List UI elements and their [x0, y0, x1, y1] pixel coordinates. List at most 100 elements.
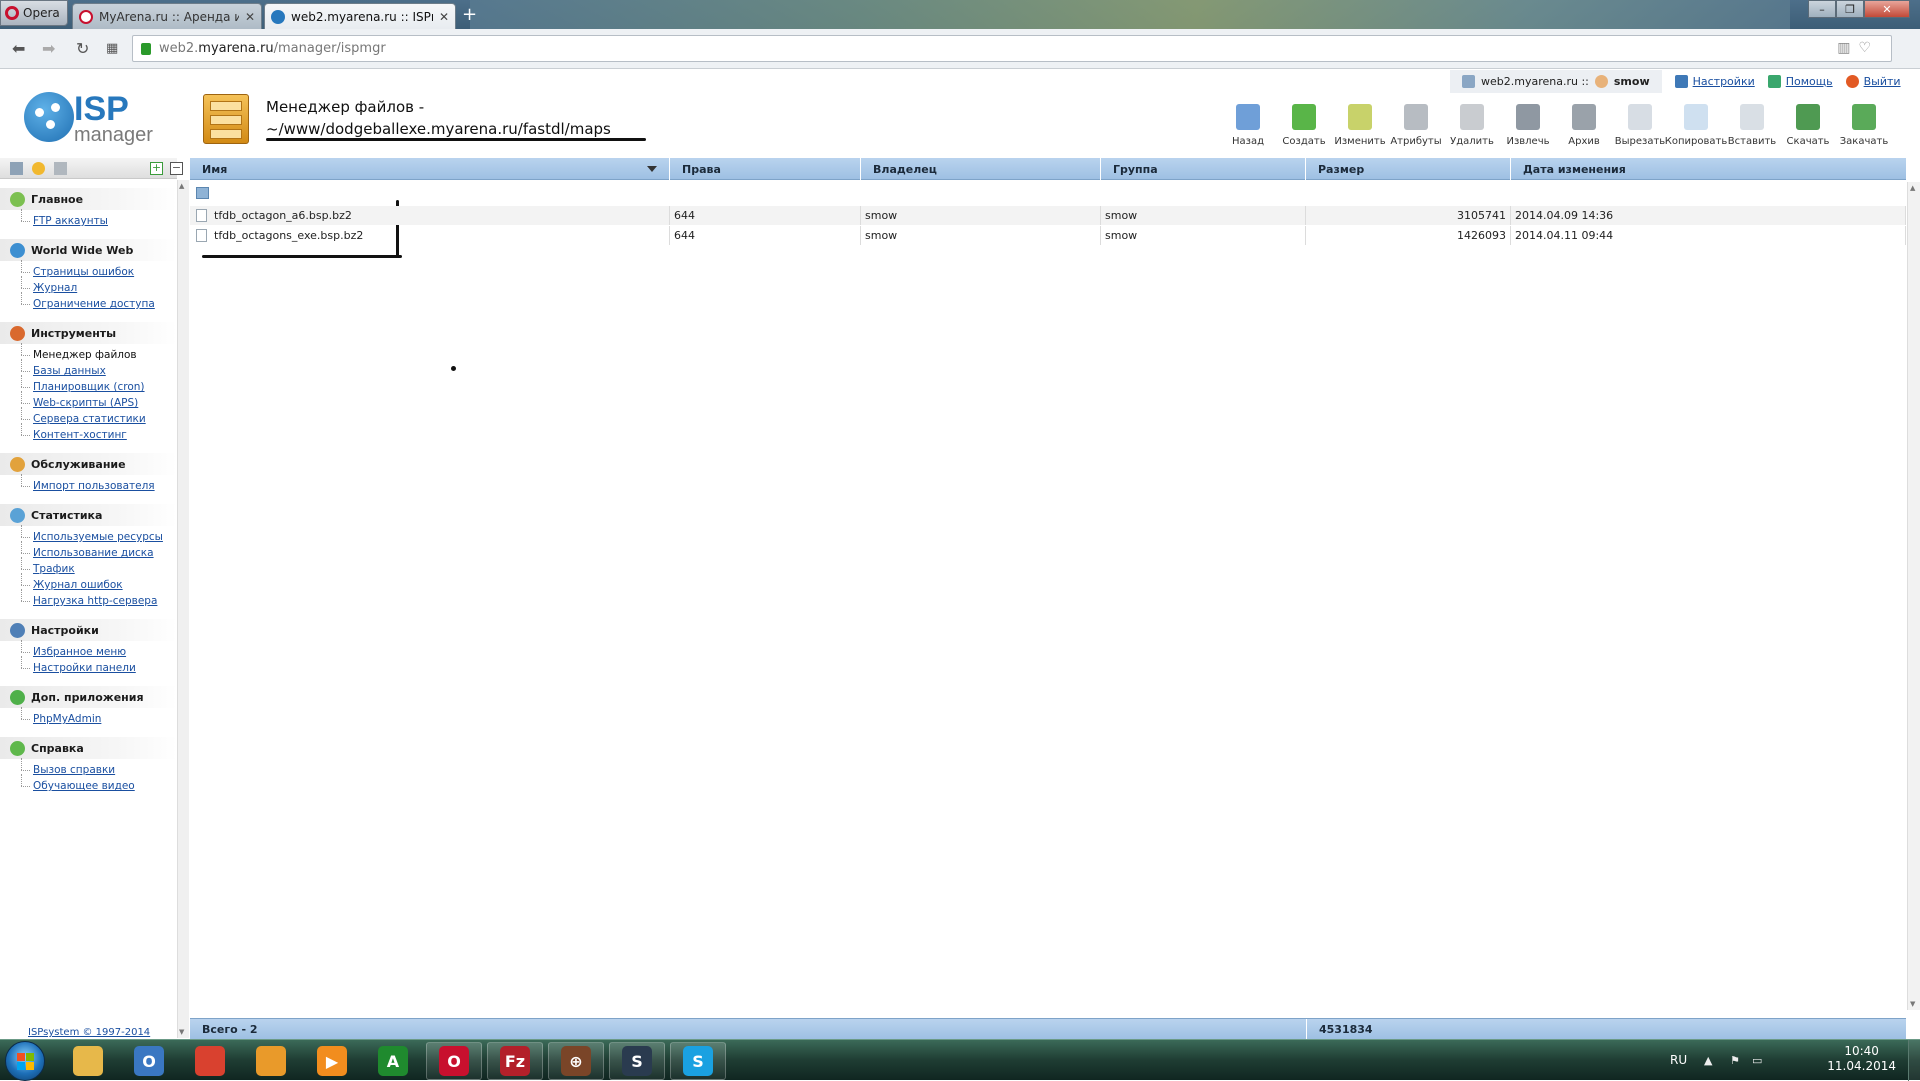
start-button[interactable] — [5, 1041, 45, 1081]
taskbar-beach-ball[interactable] — [243, 1042, 299, 1080]
toolbar-edit-button[interactable]: Изменить — [1332, 104, 1388, 164]
sidebar-item[interactable]: Настройки панели — [21, 656, 177, 676]
maximize-button[interactable]: ❐ — [1836, 0, 1864, 18]
sidebar-item[interactable]: Базы данных — [21, 359, 177, 379]
toolbar-copy-button[interactable]: Копировать — [1665, 104, 1727, 164]
copyright-link[interactable]: ISPsystem © 1997-2014 — [28, 1027, 150, 1038]
toolbar-attributes-button[interactable]: Атрибуты — [1388, 104, 1444, 164]
ispmanager-logo[interactable]: ISP manager — [24, 92, 164, 146]
sidebar-item[interactable]: PhpMyAdmin — [21, 707, 177, 727]
taskbar-a-app[interactable]: A — [365, 1042, 421, 1080]
url-actions-icon[interactable]: ▥♡ — [1837, 40, 1879, 56]
sidebar-item[interactable]: Контент-хостинг — [21, 423, 177, 443]
table-row[interactable]: tfdb_octagon_a6.bsp.bz2 644 smow smow 310574… — [190, 206, 1906, 225]
toolbar-create-button[interactable]: Создать — [1276, 104, 1332, 164]
briefcase-icon[interactable] — [54, 162, 67, 175]
sidebar-item[interactable]: Используемые ресурсы — [21, 525, 177, 545]
minimize-button[interactable]: – — [1808, 0, 1836, 18]
column-group[interactable]: Группа — [1101, 158, 1306, 180]
sidebar-item[interactable]: Web-скрипты (APS) — [21, 391, 177, 411]
toolbar-back-button[interactable]: Назад — [1220, 104, 1276, 164]
sidebar-scrollbar[interactable] — [177, 180, 189, 1038]
opera-menu-button[interactable]: Opera — [0, 0, 68, 26]
sidebar-item[interactable]: Нагрузка http-сервера — [21, 589, 177, 609]
sidebar-item[interactable]: Ограничение доступа — [21, 292, 177, 312]
sidebar-item[interactable]: Избранное меню — [21, 640, 177, 660]
sidebar-item[interactable]: Использование диска — [21, 541, 177, 561]
toolbar-paste-button[interactable]: Вставить — [1724, 104, 1780, 164]
sidebar-item[interactable]: Вызов справки — [21, 758, 177, 778]
sidebar-item[interactable]: Планировщик (cron) — [21, 375, 177, 395]
tab-close-icon[interactable]: ✕ — [439, 10, 449, 24]
table-scrollbar[interactable] — [1907, 182, 1920, 1010]
sidebar-item[interactable]: Трафик — [21, 557, 177, 577]
menu-list-icon[interactable] — [10, 162, 23, 175]
new-tab-button[interactable]: + — [462, 6, 477, 24]
toolbar-archive-button[interactable]: Архив — [1556, 104, 1612, 164]
taskbar-tf2[interactable]: ⊕ — [548, 1042, 604, 1080]
sidebar-section: Настройки Избранное меню Настройки панели — [0, 619, 177, 678]
toolbar-label: Вырезать — [1614, 136, 1666, 147]
language-indicator[interactable]: RU — [1670, 1053, 1687, 1067]
sidebar-section-header[interactable]: Главное — [0, 188, 177, 210]
taskbar-opera-alt[interactable]: O — [121, 1042, 177, 1080]
chrome-icon — [195, 1046, 225, 1076]
toolbar-extract-button[interactable]: Извлечь — [1500, 104, 1556, 164]
help-link[interactable]: Помощь — [1786, 75, 1833, 88]
parent-folder-icon[interactable] — [196, 187, 209, 199]
column-size[interactable]: Размер — [1306, 158, 1511, 180]
sidebar-section-header[interactable]: Справка — [0, 737, 177, 759]
reload-icon[interactable]: ↻ — [76, 39, 89, 58]
taskbar-steam[interactable]: S — [609, 1042, 665, 1080]
taskbar-explorer[interactable] — [60, 1042, 116, 1080]
collapse-all-icon[interactable]: − — [170, 162, 183, 175]
sidebar-item[interactable]: Обучающее видео — [21, 774, 177, 794]
parent-directory-row[interactable] — [190, 186, 1906, 202]
taskbar-media-player[interactable]: ▶ — [304, 1042, 360, 1080]
tray-expand-icon[interactable]: ▲ — [1704, 1054, 1712, 1067]
back-arrow-icon[interactable]: ⬅ — [12, 39, 25, 58]
toolbar-download-button[interactable]: Скачать — [1780, 104, 1836, 164]
settings-link[interactable]: Настройки — [1693, 75, 1755, 88]
sidebar-section-header[interactable]: Настройки — [0, 619, 177, 641]
forward-arrow-icon[interactable]: ➡ — [42, 39, 55, 58]
sidebar-section-header[interactable]: Инструменты — [0, 322, 177, 344]
sidebar-section-header[interactable]: Доп. приложения — [0, 686, 177, 708]
table-row[interactable]: tfdb_octagons_exe.bsp.bz2 644 smow smow 1426… — [190, 226, 1906, 245]
show-desktop-button[interactable] — [1908, 1040, 1920, 1081]
tab-myarena[interactable]: MyArena.ru :: Аренда игр... ✕ — [72, 3, 262, 29]
toolbar-delete-button[interactable]: Удалить — [1444, 104, 1500, 164]
close-window-button[interactable]: ✕ — [1864, 0, 1910, 18]
toolbar-upload-button[interactable]: Закачать — [1836, 104, 1892, 164]
sidebar-item[interactable]: FTP аккаунты — [21, 209, 177, 229]
expand-all-icon[interactable]: + — [150, 162, 163, 175]
taskbar-skype[interactable]: S — [670, 1042, 726, 1080]
column-name[interactable]: Имя — [190, 158, 670, 180]
taskbar-opera[interactable]: O — [426, 1042, 482, 1080]
column-permissions[interactable]: Права — [670, 158, 861, 180]
action-center-flag-icon[interactable]: ⚑ — [1730, 1054, 1740, 1067]
tab-close-icon[interactable]: ✕ — [245, 10, 255, 24]
favorites-star-icon[interactable] — [32, 162, 45, 175]
logout-link[interactable]: Выйти — [1864, 75, 1901, 88]
tab-ispmanager[interactable]: web2.myarena.ru :: ISPma... ✕ — [264, 3, 456, 29]
column-date[interactable]: Дата изменения — [1511, 158, 1906, 180]
taskbar-filezilla[interactable]: Fz — [487, 1042, 543, 1080]
network-icon[interactable]: ▭ — [1752, 1054, 1762, 1067]
sidebar-item[interactable]: Сервера статистики — [21, 407, 177, 427]
sidebar-item[interactable]: Импорт пользователя — [21, 474, 177, 494]
column-owner[interactable]: Владелец — [861, 158, 1101, 180]
sidebar-item[interactable]: Журнал ошибок — [21, 573, 177, 593]
sidebar-item[interactable]: Журнал — [21, 276, 177, 296]
sidebar-section-header[interactable]: Статистика — [0, 504, 177, 526]
cell-name: tfdb_octagon_a6.bsp.bz2 — [190, 206, 670, 225]
sidebar-section-header[interactable]: Обслуживание — [0, 453, 177, 475]
speed-dial-icon[interactable]: ▦ — [106, 41, 118, 56]
taskbar-chrome[interactable] — [182, 1042, 238, 1080]
sidebar-item[interactable]: Страницы ошибок — [21, 260, 177, 280]
sidebar-item[interactable]: Менеджер файлов — [21, 343, 177, 363]
clock[interactable]: 10:40 11.04.2014 — [1827, 1044, 1896, 1074]
sidebar-section-header[interactable]: World Wide Web — [0, 239, 177, 261]
url-field[interactable]: web2.myarena.ru/manager/ispmgr ▥♡ — [132, 35, 1892, 62]
toolbar-cut-button[interactable]: Вырезать — [1612, 104, 1668, 164]
